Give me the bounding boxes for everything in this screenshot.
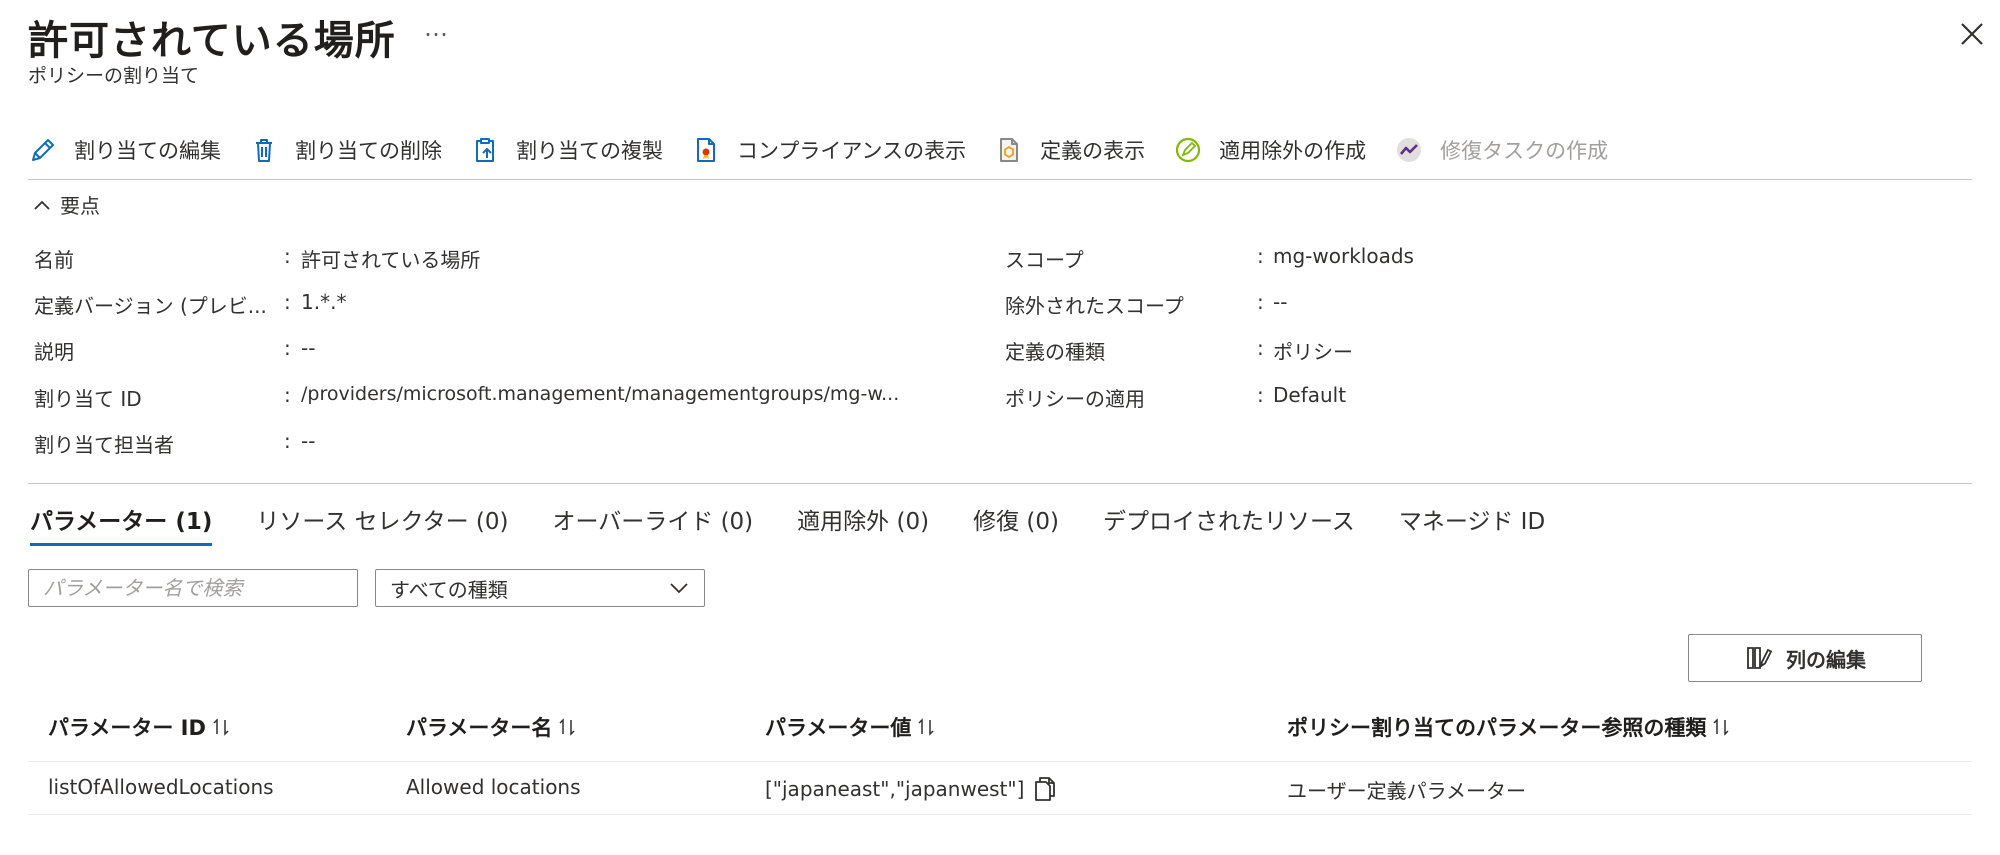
essentials-label: 割り当て担当者 [34, 433, 174, 457]
create-remediation-task-button[interactable]: 修復タスクの作成 [1394, 130, 1608, 170]
essentials-colon: : [1257, 383, 1264, 407]
duplicate-assignment-label: 割り当ての複製 [516, 139, 663, 163]
type-filter-value: すべての種類 [390, 577, 508, 602]
column-header-parameter-id[interactable]: パラメーター ID [48, 712, 230, 742]
essentials-label: 定義の種類 [1005, 340, 1105, 364]
close-icon [1961, 23, 1983, 45]
tab-remediation[interactable]: 修復 (0) [973, 498, 1059, 546]
table-cell-reference-type: ユーザー定義パラメーター [1287, 779, 1526, 803]
column-header-reference-type[interactable]: ポリシー割り当てのパラメーター参照の種類 [1287, 712, 1730, 742]
column-header-label: ポリシー割り当てのパラメーター参照の種類 [1287, 716, 1707, 740]
essentials-colon: : [1257, 244, 1264, 268]
view-compliance-button[interactable]: コンプライアンスの表示 [691, 130, 966, 170]
sort-icon [1713, 718, 1729, 736]
essentials-colon: : [284, 383, 291, 407]
tab-managed-identity[interactable]: マネージド ID [1399, 498, 1545, 546]
essentials-value: Default [1273, 383, 1347, 407]
create-exemption-label: 適用除外の作成 [1219, 139, 1367, 163]
parameter-search-input[interactable] [28, 569, 358, 607]
tab-exemptions[interactable]: 適用除外 (0) [797, 498, 929, 546]
tab-parameters[interactable]: パラメーター (1) [30, 498, 213, 546]
table-cell-parameter-id: listOfAllowedLocations [48, 775, 274, 799]
edit-columns-button[interactable]: 列の編集 [1688, 634, 1922, 682]
page-subtitle: ポリシーの割り当て [28, 65, 200, 87]
essentials-label: 名前 [34, 248, 74, 272]
essentials-value: 1.*.* [301, 290, 347, 314]
page-title: 許可されている場所 [28, 18, 396, 64]
edit-columns-label: 列の編集 [1786, 647, 1866, 672]
essentials-value: 許可されている場所 [301, 248, 481, 272]
tab-bar: パラメーター (1) リソース セレクター (0) オーバーライド (0) 適用… [30, 498, 1589, 546]
sort-icon [213, 718, 229, 736]
clipboard-copy-icon [476, 138, 494, 162]
essentials-colon: : [284, 290, 291, 314]
chevron-up-icon [34, 200, 50, 210]
essentials-label: 定義バージョン (プレビ... [34, 294, 267, 318]
essentials-value[interactable]: /providers/microsoft.management/manageme… [301, 383, 899, 405]
trash-icon [256, 139, 272, 162]
column-header-label: パラメーター名 [406, 716, 553, 740]
column-header-label: パラメーター ID [48, 716, 206, 740]
sort-icon [559, 718, 575, 736]
create-remediation-task-label: 修復タスクの作成 [1440, 139, 1609, 163]
essentials-colon: : [1257, 336, 1264, 360]
delete-assignment-button[interactable]: 割り当ての削除 [249, 130, 442, 170]
essentials-value: -- [1273, 290, 1288, 314]
type-filter-dropdown[interactable]: すべての種類 [375, 569, 705, 607]
more-options-button[interactable]: … [424, 14, 448, 42]
tab-overrides[interactable]: オーバーライド (0) [553, 498, 754, 546]
column-header-label: パラメーター値 [765, 716, 912, 740]
sort-icon [918, 718, 934, 736]
tab-resource-selectors[interactable]: リソース セレクター (0) [256, 498, 508, 546]
remediation-icon [1397, 138, 1422, 162]
tab-deployed-resources[interactable]: デプロイされたリソース [1103, 498, 1355, 546]
essentials-value: ポリシー [1273, 340, 1353, 364]
essentials-divider [28, 483, 1972, 484]
delete-assignment-label: 割り当ての削除 [295, 139, 442, 163]
view-compliance-label: コンプライアンスの表示 [737, 139, 967, 163]
copy-icon[interactable] [1032, 775, 1058, 803]
pencil-icon [32, 139, 54, 161]
compliance-document-icon [697, 138, 715, 162]
create-exemption-button[interactable]: 適用除外の作成 [1173, 130, 1366, 170]
essentials-label: ポリシーの適用 [1005, 387, 1145, 411]
duplicate-assignment-button[interactable]: 割り当ての複製 [470, 130, 663, 170]
edit-assignment-button[interactable]: 割り当ての編集 [28, 130, 221, 170]
table-cell-parameter-value: ["japaneast","japanwest"] [765, 775, 1058, 803]
view-definition-label: 定義の表示 [1040, 139, 1146, 163]
essentials-label: 割り当て ID [34, 387, 142, 411]
essentials-label: 除外されたスコープ [1005, 294, 1184, 318]
table-row-divider [28, 814, 1972, 815]
essentials-colon: : [284, 429, 291, 453]
essentials-value[interactable]: mg-workloads [1273, 244, 1414, 268]
definition-document-icon [1000, 138, 1019, 162]
column-header-parameter-value[interactable]: パラメーター値 [765, 712, 935, 742]
essentials-colon: : [284, 244, 291, 268]
chevron-down-icon [670, 583, 688, 594]
essentials-value: -- [301, 429, 316, 453]
exemption-icon [1176, 137, 1201, 163]
essentials-toggle-label: 要点 [60, 194, 100, 218]
column-header-parameter-name[interactable]: パラメーター名 [406, 712, 576, 742]
essentials-colon: : [1257, 290, 1264, 314]
essentials-colon: : [284, 336, 291, 360]
edit-assignment-label: 割り当ての編集 [74, 139, 221, 163]
essentials-label: スコープ [1005, 248, 1084, 272]
toolbar-divider [28, 179, 1972, 180]
essentials-value: -- [301, 336, 316, 360]
essentials-toggle[interactable]: 要点 [32, 190, 100, 219]
table-cell-parameter-name: Allowed locations [406, 775, 581, 799]
table-row-divider [28, 761, 1972, 762]
close-button[interactable] [1956, 18, 1988, 50]
essentials-label: 説明 [34, 340, 74, 364]
command-bar: 割り当ての編集 割り当ての削除 割り当ての複製 コンプライアンスの表示 定義の表… [28, 130, 1636, 170]
view-definition-button[interactable]: 定義の表示 [994, 130, 1145, 170]
edit-columns-icon [1747, 647, 1772, 669]
parameter-value-text: ["japaneast","japanwest"] [765, 777, 1025, 801]
